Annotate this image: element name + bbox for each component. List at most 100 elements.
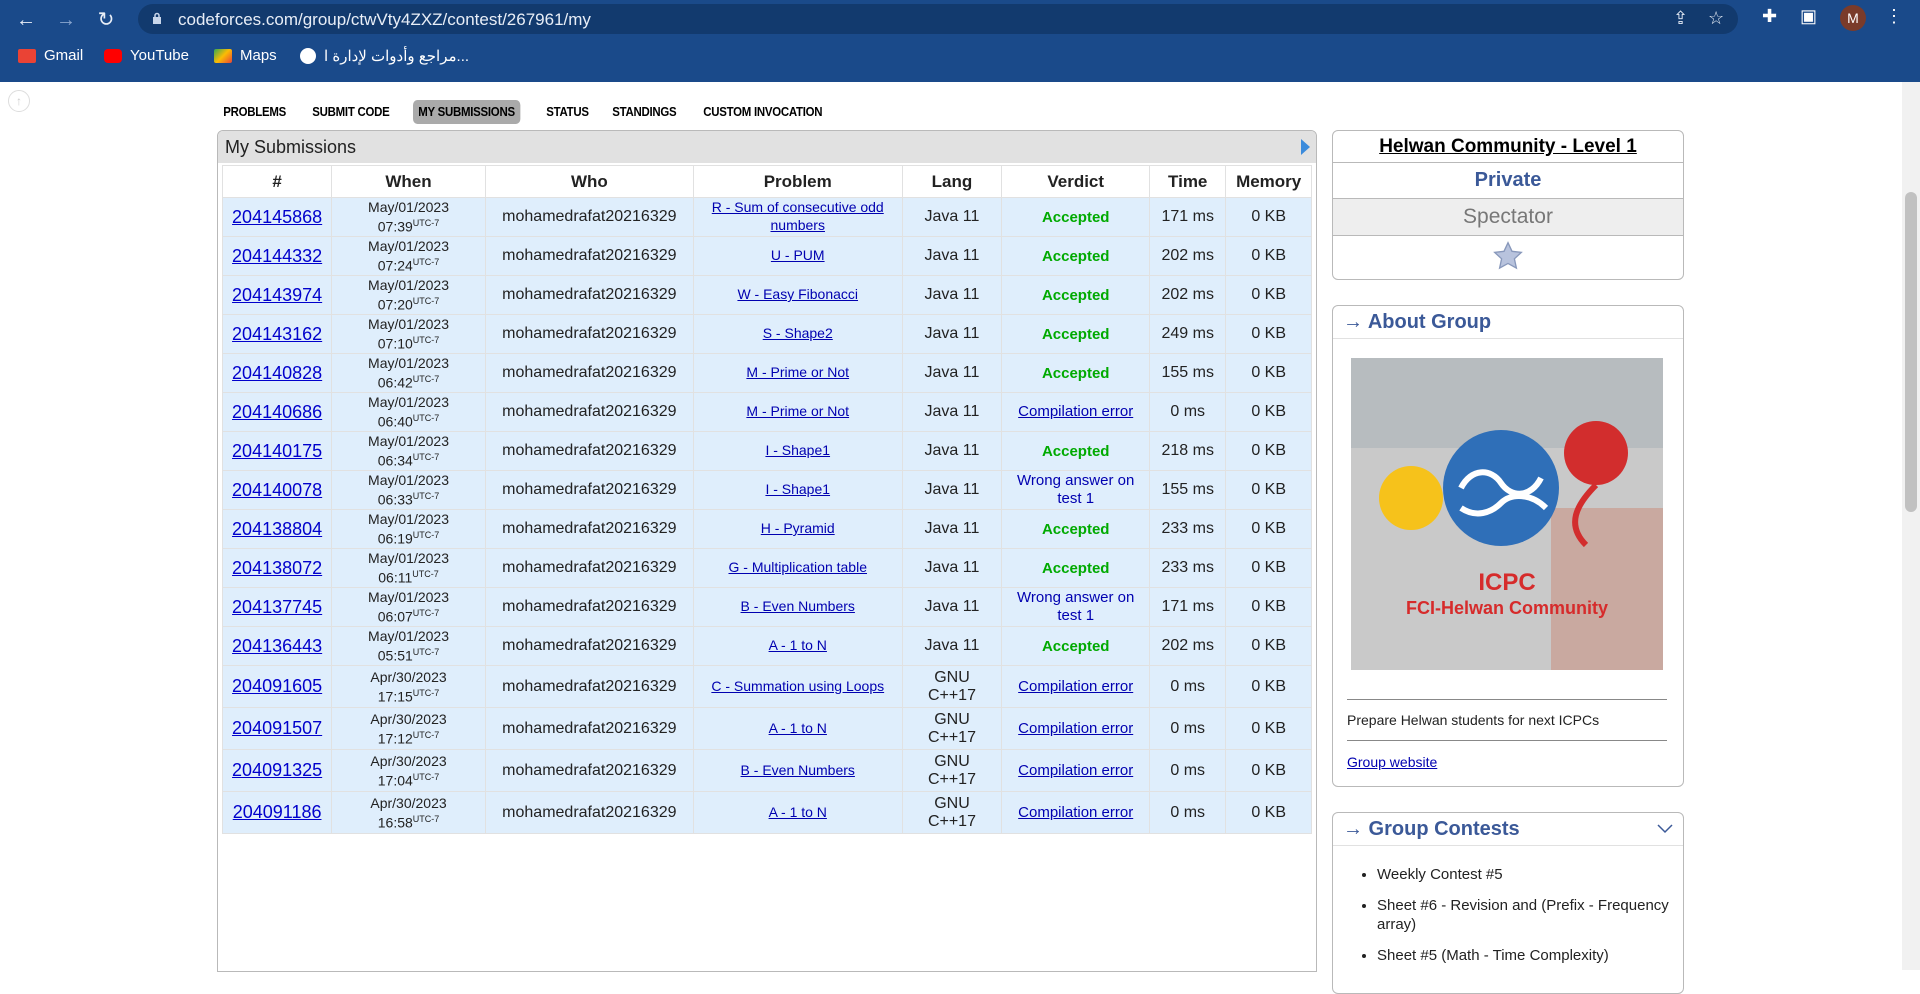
submission-id-link[interactable]: 204140828 (232, 363, 322, 383)
author-handle: mohamedrafat20216329 (502, 598, 677, 615)
submission-id-cell: 204091186 (221, 791, 333, 834)
submission-id-link[interactable]: 204091605 (232, 676, 322, 696)
verdict-link[interactable]: Compilation error (1018, 762, 1133, 779)
submission-id-link[interactable]: 204137745 (232, 597, 322, 617)
expand-arrow-icon[interactable] (1301, 139, 1310, 155)
submission-id-link[interactable]: 204143974 (232, 285, 322, 305)
submission-id-link[interactable]: 204138804 (232, 519, 322, 539)
problem-cell: A - 1 to N (692, 791, 903, 834)
submission-id-cell: 204091325 (221, 749, 333, 792)
submission-time: 17:04 (377, 772, 413, 789)
menu-custom-invocation[interactable]: Custom Invocation (698, 100, 828, 124)
time-cell: 249 ms (1149, 314, 1227, 354)
submission-id-link[interactable]: 204091325 (232, 760, 322, 780)
submission-id-link[interactable]: 204136443 (232, 636, 322, 656)
menu-submit-code[interactable]: Submit Code (307, 100, 395, 124)
menu-problems[interactable]: Problems (218, 100, 291, 124)
problem-link[interactable]: I - Shape1 (765, 481, 830, 497)
when-cell: May/01/2023 07:24UTC-7 (331, 236, 486, 276)
time-cell: 202 ms (1149, 626, 1227, 666)
who-cell: mohamedrafat20216329 (484, 587, 694, 627)
bookmark-gmail[interactable]: Gmail (18, 47, 83, 64)
submission-id-link[interactable]: 204140078 (232, 480, 322, 500)
problem-link[interactable]: C - Summation using Loops (711, 678, 884, 694)
problem-link[interactable]: G - Multiplication table (728, 559, 867, 575)
problem-link[interactable]: U - PUM (771, 247, 825, 263)
submission-id-link[interactable]: 204091507 (232, 718, 322, 738)
scroll-top-icon[interactable]: ↑ (8, 90, 30, 112)
submission-id-cell: 204137745 (221, 587, 333, 627)
problem-cell: M - Prime or Not (692, 392, 903, 432)
timezone-label: UTC-7 (412, 729, 440, 740)
browser-menu-icon[interactable]: ⋮ (1885, 6, 1903, 27)
author-handle: mohamedrafat20216329 (502, 761, 677, 779)
submission-id-link[interactable]: 204144332 (232, 246, 322, 266)
lang-text: GNU C++17 (927, 668, 976, 704)
star-icon[interactable] (1492, 240, 1524, 272)
submission-id-cell: 204140686 (221, 392, 333, 432)
problem-link[interactable]: M - Prime or Not (746, 403, 849, 419)
problem-cell: I - Shape1 (692, 470, 903, 510)
problem-link[interactable]: B - Even Numbers (741, 598, 855, 614)
scrollbar-thumb[interactable] (1905, 192, 1917, 512)
problem-link[interactable]: B - Even Numbers (741, 762, 855, 778)
submission-date: Apr/30/2023 (370, 668, 447, 685)
address-bar[interactable]: codeforces.com/group/ctwVty4ZXZ/contest/… (138, 4, 1738, 34)
problem-link[interactable]: W - Easy Fibonacci (737, 286, 858, 302)
extensions-icon[interactable]: ✚ (1762, 6, 1777, 27)
profile-avatar[interactable]: M (1840, 5, 1866, 31)
browser-toolbar: ← → ↻ codeforces.com/group/ctwVty4ZXZ/co… (0, 0, 1920, 38)
verdict-cell: Compilation error (1001, 749, 1151, 792)
problem-link[interactable]: S - Shape2 (763, 325, 833, 341)
verdict-link[interactable]: Compilation error (1018, 678, 1133, 695)
chevron-down-icon[interactable] (1657, 823, 1673, 835)
submission-time: 06:40 (377, 413, 413, 430)
when-cell: May/01/2023 05:51UTC-7 (331, 626, 486, 666)
submission-id-link[interactable]: 204140175 (232, 441, 322, 461)
lang-text: Java 11 (924, 442, 980, 459)
back-icon[interactable]: ← (12, 6, 40, 34)
submission-id-link[interactable]: 204091186 (233, 802, 322, 822)
favourite-star[interactable] (1333, 236, 1683, 276)
contest-item[interactable]: Sheet #6 - Revision and (Prefix - Freque… (1377, 896, 1677, 934)
verdict-text: Accepted (1041, 637, 1110, 655)
problem-link[interactable]: A - 1 to N (769, 804, 827, 820)
problem-link[interactable]: M - Prime or Not (746, 364, 849, 380)
contest-item[interactable]: Weekly Contest #5 (1377, 865, 1677, 884)
when-cell: Apr/30/2023 16:58UTC-7 (331, 791, 486, 834)
table-row: 204140828 May/01/2023 06:42UTC-7 mohamedraf… (221, 353, 1312, 393)
verdict-text: Accepted (1041, 364, 1110, 382)
verdict-link[interactable]: Compilation error (1018, 403, 1133, 420)
menu-my-submissions[interactable]: My Submissions (412, 100, 521, 124)
contest-title-link[interactable]: Helwan Community - Level 1 (1379, 136, 1637, 157)
page-scrollbar[interactable] (1902, 82, 1920, 970)
bookmark-youtube[interactable]: YouTube (104, 47, 189, 64)
forward-icon[interactable]: → (52, 6, 80, 34)
verdict-link[interactable]: Compilation error (1018, 720, 1133, 737)
menu-standings[interactable]: Standings (607, 100, 682, 124)
when-cell: May/01/2023 06:11UTC-7 (331, 548, 486, 588)
reload-icon[interactable]: ↻ (92, 6, 120, 34)
bookmark-star-icon[interactable]: ☆ (1708, 8, 1724, 29)
group-website-link[interactable]: Group website (1347, 754, 1437, 770)
menu-status[interactable]: Status (541, 100, 594, 124)
problem-link[interactable]: R - Sum of consecutive odd numbers (712, 199, 884, 233)
side-panel-icon[interactable]: ▣ (1800, 6, 1817, 27)
bookmark-maps[interactable]: Maps (214, 47, 277, 64)
problem-cell: A - 1 to N (692, 707, 903, 750)
submission-id-link[interactable]: 204145868 (232, 207, 322, 227)
verdict-link[interactable]: Compilation error (1018, 804, 1133, 821)
share-icon[interactable]: ⇪ (1673, 8, 1688, 29)
problem-link[interactable]: A - 1 to N (769, 637, 827, 653)
contest-item[interactable]: Sheet #5 (Math - Time Complexity) (1377, 946, 1677, 965)
submission-id-link[interactable]: 204143162 (232, 324, 322, 344)
problem-link[interactable]: H - Pyramid (761, 520, 835, 536)
submission-id-link[interactable]: 204138072 (232, 558, 322, 578)
about-group-box: → About Group ICPC FCI-Helwan Community … (1332, 305, 1684, 787)
submission-id-link[interactable]: 204140686 (232, 402, 322, 422)
bookmark-arabic[interactable]: مراجع وأدوات لإدارة ا... (300, 47, 469, 65)
problem-link[interactable]: I - Shape1 (765, 442, 830, 458)
logo-text-community: FCI-Helwan Community (1406, 598, 1608, 618)
problem-link[interactable]: A - 1 to N (769, 720, 827, 736)
lang-text: Java 11 (924, 481, 980, 498)
